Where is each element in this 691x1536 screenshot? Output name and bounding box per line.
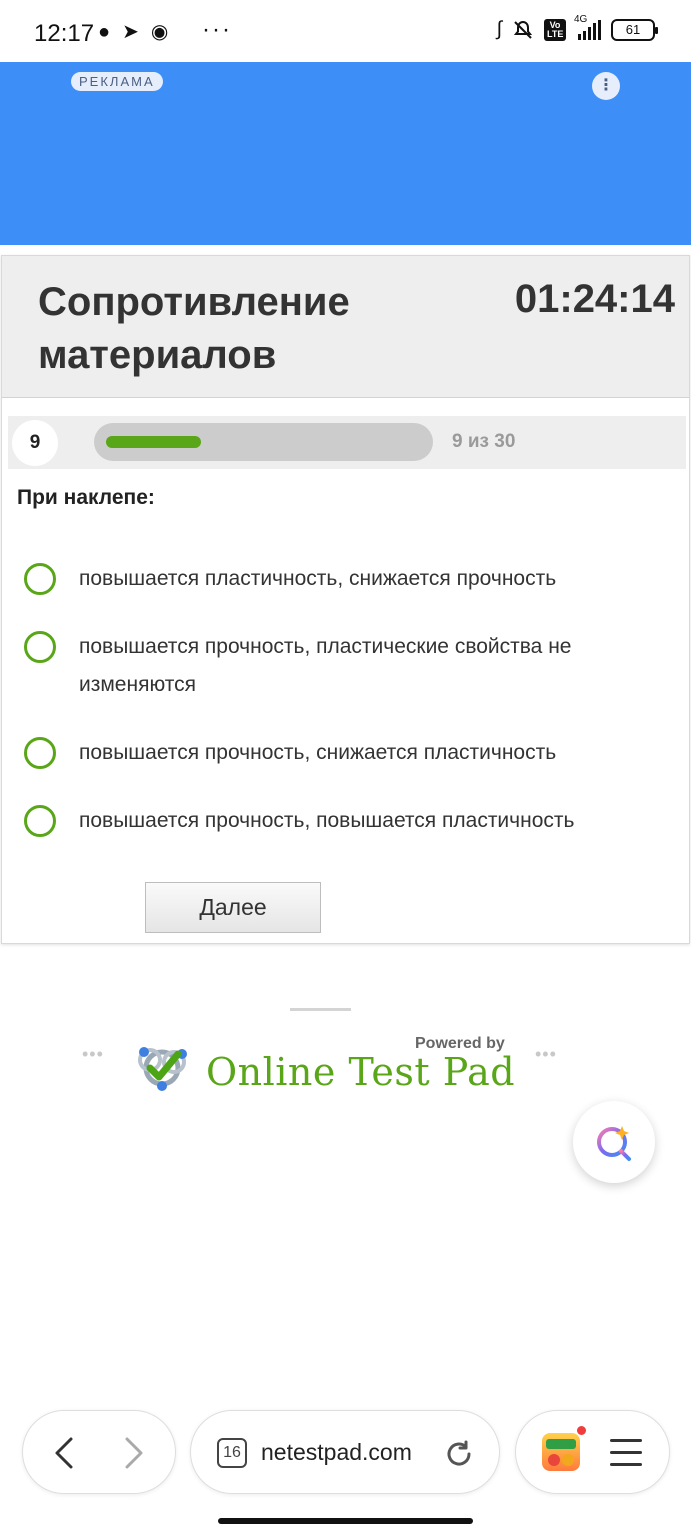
telegram-icon: ➤ [122, 21, 139, 43]
answer-label[interactable]: повышается прочность, снижается пластичн… [79, 734, 679, 772]
question-number: 9 [12, 420, 58, 466]
system-icons: ∫ Vo LTE 4G 61 [496, 14, 658, 41]
radio-button[interactable] [24, 737, 56, 769]
bluetooth-icon: ∫ [496, 18, 502, 40]
notification-icons: ● ➤ ◉ [98, 20, 168, 44]
status-time: 12:17 [34, 20, 95, 47]
progress-bar [94, 423, 433, 461]
radio-button[interactable] [24, 563, 56, 595]
forward-icon[interactable] [115, 1435, 151, 1471]
status-bar: 12:17 ● ➤ ◉ ··· ∫ Vo LTE 4G 61 [0, 0, 691, 62]
next-button[interactable]: Далее [145, 882, 321, 933]
game-app-icon[interactable] [542, 1433, 580, 1471]
volte-badge: Vo LTE [544, 18, 566, 41]
search-sparkle-icon [597, 1126, 631, 1161]
back-icon[interactable] [47, 1435, 83, 1471]
progress-fill [106, 436, 201, 448]
tabs-button[interactable]: 16 [217, 1438, 247, 1468]
decor-dots-right: ••• [535, 1044, 557, 1064]
answer-label[interactable]: повышается прочность, пластические свойс… [79, 628, 679, 704]
address-bar[interactable]: 16 netestpad.com [190, 1410, 500, 1494]
answer-label[interactable]: повышается прочность, повышается пластич… [79, 802, 679, 840]
answer-option[interactable]: повышается прочность, пластические свойс… [24, 628, 684, 704]
brand-name[interactable]: Online Test Pad [206, 1050, 515, 1094]
chat-bubble-icon: ● [98, 21, 111, 43]
answer-label[interactable]: повышается пластичность, снижается прочн… [79, 560, 679, 598]
navigation-group [22, 1410, 176, 1494]
more-notifications-icon: ··· [202, 16, 232, 43]
ai-search-button[interactable] [573, 1101, 655, 1183]
mute-bell-icon [513, 20, 533, 39]
test-header: Сопротивление материалов 01:24:14 [2, 256, 689, 398]
ad-label: РЕКЛАМА [71, 72, 163, 91]
battery-icon: 61 [611, 18, 658, 41]
answer-option[interactable]: повышается пластичность, снижается прочн… [24, 560, 684, 598]
notification-dot [577, 1426, 586, 1435]
answer-option[interactable]: повышается прочность, снижается пластичн… [24, 734, 684, 772]
signal-icon: 4G [574, 14, 601, 40]
progress-row: 9 9 из 30 [8, 416, 686, 469]
radio-button[interactable] [24, 805, 56, 837]
radio-button[interactable] [24, 631, 56, 663]
home-indicator[interactable] [218, 1518, 473, 1524]
online-test-pad-logo-icon[interactable] [132, 1040, 192, 1096]
question-text: При наклепе: [17, 486, 155, 509]
reload-icon[interactable] [443, 1438, 475, 1470]
test-title: Сопротивление материалов [38, 280, 350, 377]
url-text[interactable]: netestpad.com [261, 1439, 412, 1466]
decor-dots-left: ••• [82, 1044, 104, 1064]
ad-banner[interactable]: РЕКЛАМА ⋮ [0, 62, 691, 245]
progress-text: 9 из 30 [452, 431, 516, 452]
menu-icon[interactable] [610, 1439, 642, 1467]
divider [290, 1008, 351, 1011]
answer-options: повышается пластичность, снижается прочн… [24, 560, 684, 840]
message-icon: ◉ [150, 21, 169, 43]
test-card: Сопротивление материалов 01:24:14 9 9 из… [1, 255, 690, 944]
answer-option[interactable]: повышается прочность, повышается пластич… [24, 802, 684, 840]
timer: 01:24:14 [514, 277, 675, 321]
kebab-icon[interactable]: ⋮ [592, 72, 620, 100]
menu-group [515, 1410, 670, 1494]
